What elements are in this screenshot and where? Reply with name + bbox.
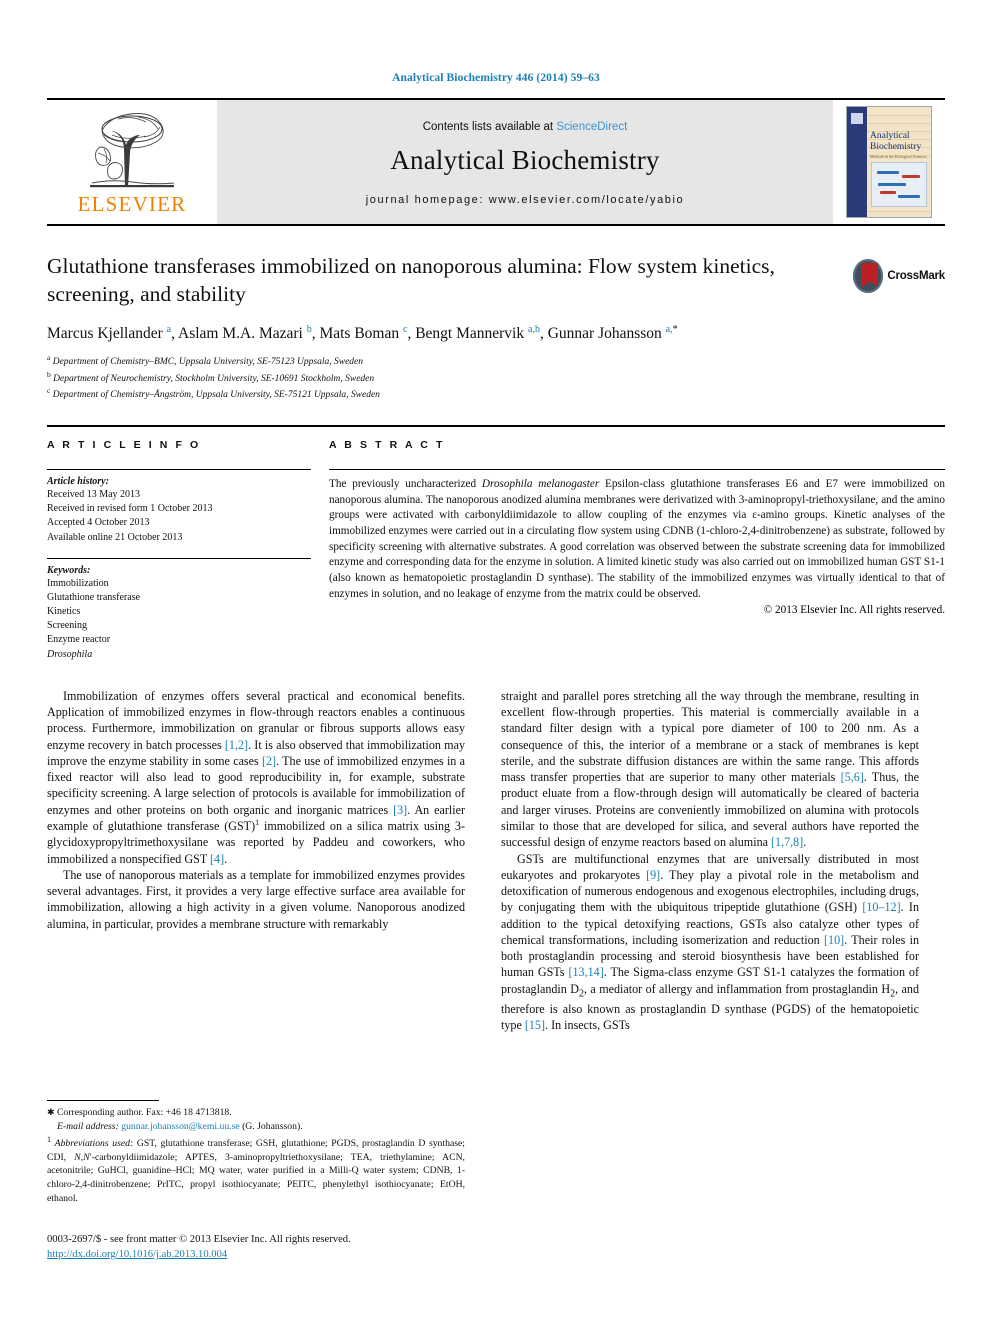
crossmark-label: CrossMark bbox=[887, 270, 945, 282]
affiliation-mark-c: c bbox=[47, 386, 51, 396]
abstract-column: A B S T R A C T The previously uncharact… bbox=[329, 427, 945, 662]
elsevier-wordmark: ELSEVIER bbox=[77, 192, 187, 216]
crossmark-icon bbox=[853, 259, 884, 293]
keyword-item: Drosophila bbox=[47, 648, 93, 660]
issn-copyright-line: 0003-2697/$ - see front matter © 2013 El… bbox=[47, 1234, 351, 1245]
cover-subtitle: Methods in the Biological Sciences bbox=[870, 154, 927, 159]
masthead-right: Analytical Biochemistry Methods in the B… bbox=[833, 100, 945, 224]
body-column-right: straight and parallel pores stretching a… bbox=[501, 688, 919, 1033]
affiliation-mark-b: b bbox=[47, 369, 51, 379]
email-note: E-mail address: gunnar.johansson@kemi.uu… bbox=[57, 1120, 303, 1132]
page-footer: 0003-2697/$ - see front matter © 2013 El… bbox=[47, 1232, 517, 1263]
article-body: Immobilization of enzymes offers several… bbox=[47, 688, 945, 1033]
affiliation-text-c: Department of Chemistry–Ångström, Uppsal… bbox=[52, 390, 380, 401]
article-history-label: Article history: bbox=[47, 475, 109, 487]
contents-available-line: Contents lists available at ScienceDirec… bbox=[423, 121, 628, 133]
body-paragraph: straight and parallel pores stretching a… bbox=[501, 688, 920, 850]
cover-title-line1: Analytical bbox=[870, 131, 910, 141]
body-column-left: Immobilization of enzymes offers several… bbox=[47, 688, 465, 1033]
affiliation-mark-a: a bbox=[47, 353, 51, 363]
body-paragraph: Immobilization of enzymes offers several… bbox=[47, 688, 465, 866]
elsevier-tree-icon bbox=[90, 113, 175, 188]
footnote-block: ✱ Corresponding author. Fax: +46 18 4713… bbox=[47, 1100, 465, 1206]
article-info-heading: A R T I C L E I N F O bbox=[47, 438, 201, 451]
keyword-item: Immobilization bbox=[47, 577, 109, 589]
affiliation-text-b: Department of Neurochemistry, Stockholm … bbox=[53, 373, 375, 384]
elsevier-logo: ELSEVIER bbox=[47, 100, 217, 224]
footnote-divider bbox=[47, 1100, 159, 1101]
abstract-divider bbox=[329, 468, 945, 470]
masthead-center: Contents lists available at ScienceDirec… bbox=[217, 100, 833, 224]
cover-title-line2: Biochemistry bbox=[870, 142, 922, 152]
info-divider-keywords bbox=[47, 557, 311, 559]
body-paragraph: GSTs are multifunctional enzymes that ar… bbox=[501, 851, 920, 1032]
corresponding-author-note: ✱ Corresponding author. Fax: +46 18 4713… bbox=[47, 1107, 232, 1118]
info-abstract-band: A R T I C L E I N F O Article history: R… bbox=[47, 424, 945, 662]
doi-line[interactable]: http://dx.doi.org/10.1016/j.ab.2013.10.0… bbox=[47, 1247, 517, 1262]
journal-masthead: ELSEVIER Contents lists available at Sci… bbox=[47, 98, 945, 226]
abstract-heading: A B S T R A C T bbox=[329, 438, 445, 451]
crossmark-badge[interactable]: CrossMark bbox=[853, 254, 945, 298]
abstract-text: The previously uncharacterized Drosophil… bbox=[329, 477, 945, 600]
history-accepted: Accepted 4 October 2013 bbox=[47, 517, 150, 529]
affiliation-c: c Department of Chemistry–Ångström, Upps… bbox=[47, 386, 945, 403]
affiliation-list: a Department of Chemistry–BMC, Uppsala U… bbox=[47, 353, 945, 403]
keyword-item: Enzyme reactor bbox=[47, 634, 111, 646]
journal-cover-thumbnail: Analytical Biochemistry Methods in the B… bbox=[846, 106, 932, 218]
affiliation-text-a: Department of Chemistry–BMC, Uppsala Uni… bbox=[52, 357, 364, 368]
info-divider-top bbox=[47, 468, 311, 470]
history-received: Received 13 May 2013 bbox=[47, 488, 141, 500]
history-revised: Received in revised form 1 October 2013 bbox=[47, 503, 213, 515]
sciencedirect-link[interactable]: ScienceDirect bbox=[556, 121, 627, 133]
keyword-item: Screening bbox=[47, 620, 87, 632]
title-block: Glutathione transferases immobilized on … bbox=[47, 252, 945, 403]
history-online: Available online 21 October 2013 bbox=[47, 531, 183, 543]
cover-publisher-mark bbox=[851, 113, 863, 124]
page-title: Glutathione transferases immobilized on … bbox=[47, 254, 775, 307]
affiliation-b: b Department of Neurochemistry, Stockhol… bbox=[47, 370, 945, 387]
affiliation-a: a Department of Chemistry–BMC, Uppsala U… bbox=[47, 353, 945, 370]
journal-running-head: Analytical Biochemistry 446 (2014) 59–63 bbox=[392, 72, 600, 84]
abbreviations-note: 1 Abbreviations used: GST, glutathione t… bbox=[47, 1134, 466, 1204]
journal-title: Analytical Biochemistry bbox=[390, 144, 660, 175]
cover-figure bbox=[871, 162, 927, 207]
abstract-copyright: © 2013 Elsevier Inc. All rights reserved… bbox=[763, 604, 945, 617]
author-list: Marcus Kjellander a, Aslam M.A. Mazari b… bbox=[47, 323, 678, 342]
body-paragraph: The use of nanoporous materials as a tem… bbox=[47, 867, 465, 931]
contents-prefix: Contents lists available at bbox=[422, 120, 557, 133]
keywords-label: Keywords: bbox=[47, 564, 91, 576]
article-page: Analytical Biochemistry 446 (2014) 59–63… bbox=[0, 0, 992, 1323]
article-info-column: A R T I C L E I N F O Article history: R… bbox=[47, 427, 329, 662]
doi-link[interactable]: http://dx.doi.org/10.1016/j.ab.2013.10.0… bbox=[47, 1249, 227, 1260]
journal-homepage-link[interactable]: journal homepage: www.elsevier.com/locat… bbox=[366, 194, 685, 206]
keyword-item: Glutathione transferase bbox=[47, 591, 141, 603]
keyword-item: Kinetics bbox=[47, 606, 81, 618]
